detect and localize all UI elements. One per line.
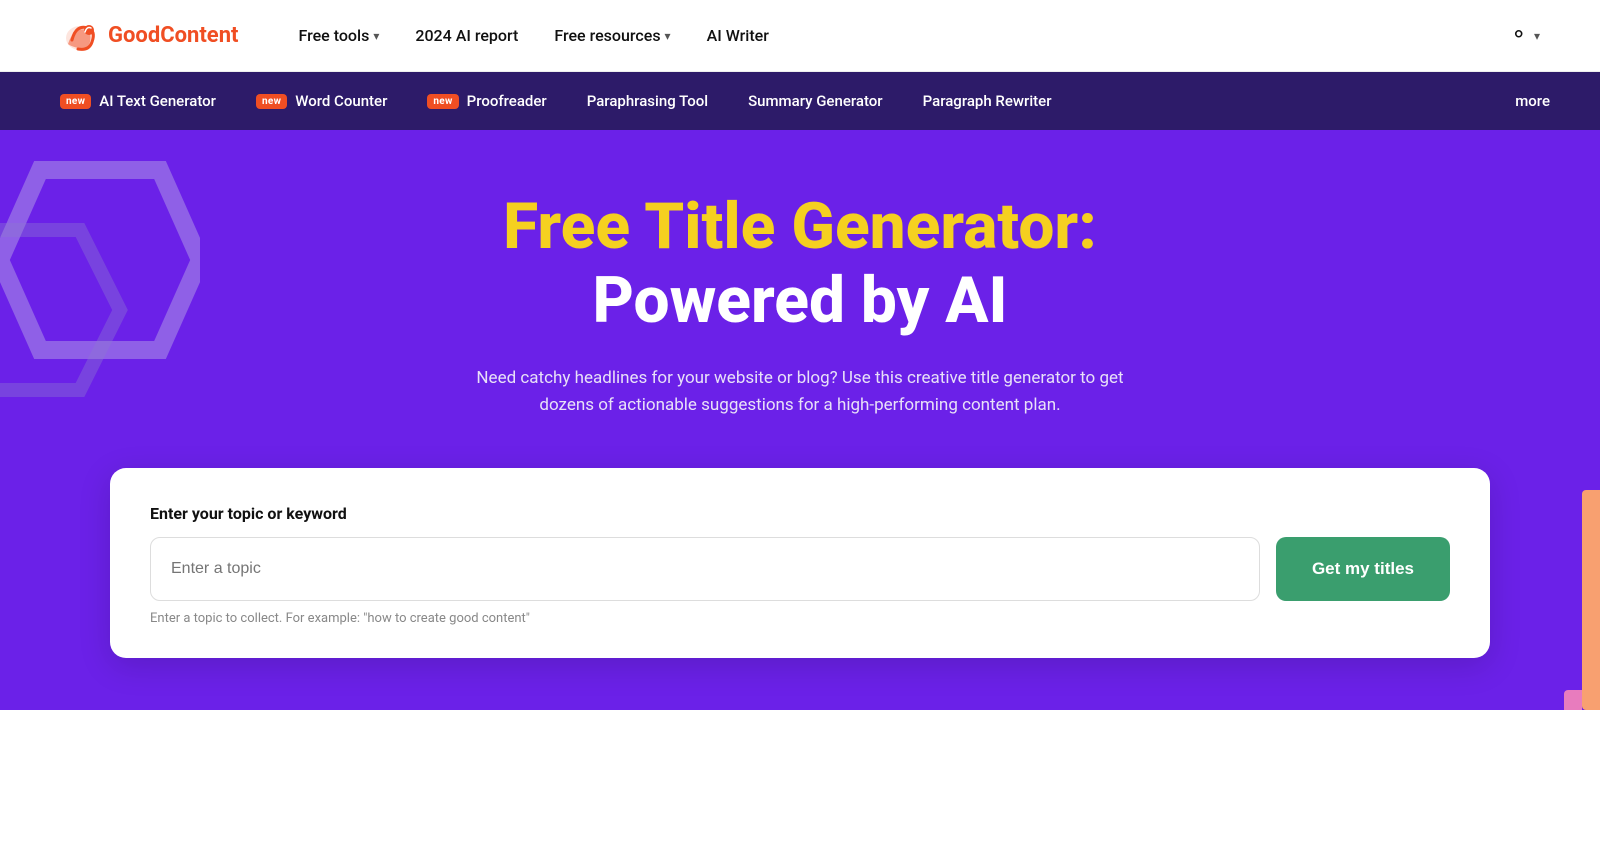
hero-title: Free Title Generator: Powered by AI — [503, 190, 1097, 337]
subnav-summary-generator[interactable]: Summary Generator — [728, 72, 903, 130]
nav-free-resources[interactable]: Free resources ▾ — [554, 26, 670, 45]
new-badge: new — [427, 94, 458, 109]
nav-ai-report[interactable]: 2024 AI report — [415, 26, 518, 45]
chevron-down-icon: ▾ — [1534, 29, 1540, 43]
subnav-word-counter[interactable]: new Word Counter — [236, 72, 407, 130]
sub-navigation: new AI Text Generator new Word Counter n… — [0, 72, 1600, 130]
subnav-ai-text-generator[interactable]: new AI Text Generator — [40, 72, 236, 130]
top-navigation: GoodContent Free tools ▾ 2024 AI report … — [0, 0, 1600, 72]
nav-ai-writer[interactable]: AI Writer — [707, 26, 769, 45]
user-icon: ⚬ — [1510, 23, 1528, 48]
pink-bar-decoration — [1564, 690, 1582, 710]
nav-free-tools[interactable]: Free tools ▾ — [298, 26, 379, 45]
chevron-down-icon: ▾ — [373, 29, 379, 43]
subnav-paraphrasing-tool[interactable]: Paraphrasing Tool — [567, 72, 728, 130]
chevron-down-icon: ▾ — [665, 29, 671, 43]
input-hint: Enter a topic to collect. For example: "… — [150, 611, 1450, 626]
tool-card: Enter your topic or keyword Get my title… — [110, 468, 1490, 658]
subnav-more[interactable]: more — [1505, 92, 1560, 110]
logo-icon — [60, 16, 100, 56]
get-titles-button[interactable]: Get my titles — [1276, 537, 1450, 601]
hero-subtitle: Need catchy headlines for your website o… — [460, 365, 1140, 419]
input-row: Get my titles — [150, 537, 1450, 601]
hero-section: Free Title Generator: Powered by AI Need… — [0, 130, 1600, 710]
nav-items: Free tools ▾ 2024 AI report Free resourc… — [298, 26, 1509, 45]
input-label: Enter your topic or keyword — [150, 504, 1450, 523]
user-account-button[interactable]: ⚬ ▾ — [1510, 23, 1540, 48]
new-badge: new — [256, 94, 287, 109]
topic-input[interactable] — [150, 537, 1260, 601]
logo[interactable]: GoodContent — [60, 16, 238, 56]
logo-text: GoodContent — [108, 23, 238, 48]
new-badge: new — [60, 94, 91, 109]
subnav-paragraph-rewriter[interactable]: Paragraph Rewriter — [903, 72, 1072, 130]
hex-decoration — [0, 150, 200, 430]
orange-bar-decoration — [1582, 490, 1600, 710]
subnav-proofreader[interactable]: new Proofreader — [407, 72, 566, 130]
